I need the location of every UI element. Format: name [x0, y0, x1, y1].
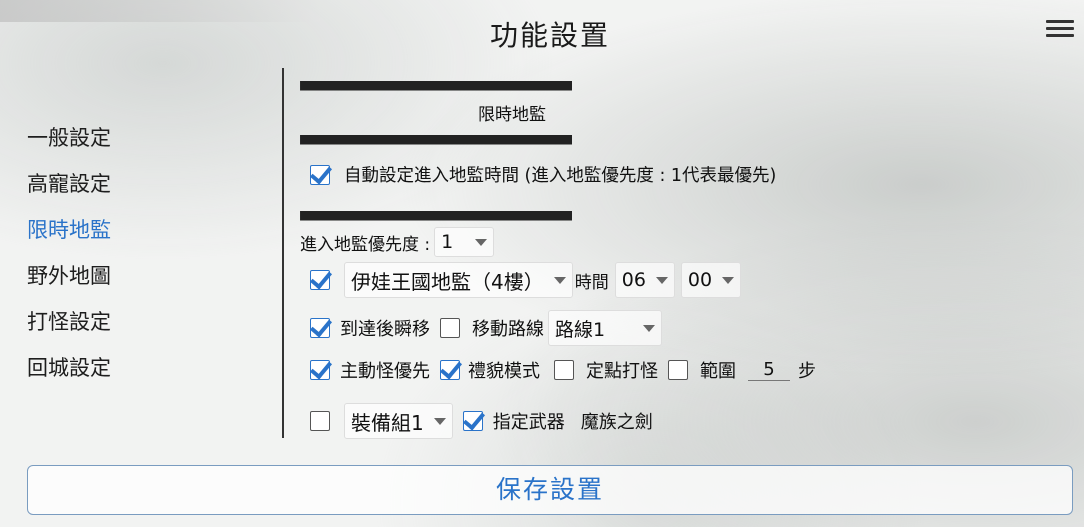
minute-select[interactable]: 00: [680, 262, 742, 298]
range-label: 範圍: [700, 361, 736, 382]
fixed-point-checkbox[interactable]: [554, 360, 574, 380]
chevron-down-icon: [475, 238, 488, 246]
page-title: 功能設置: [489, 19, 610, 52]
chevron-down-icon: [553, 276, 566, 284]
chevron-down-icon: [655, 276, 668, 284]
save-settings-button[interactable]: 保存設置: [27, 465, 1073, 515]
auto-time-checkbox[interactable]: [310, 164, 330, 185]
equip-select[interactable]: 裝備組1: [344, 403, 453, 439]
chevron-down-icon: [643, 324, 655, 332]
dungeon-select[interactable]: 伊娃王國地監（4樓）: [344, 262, 573, 298]
aggressive-label: 主動怪優先: [340, 361, 430, 382]
equip-checkbox[interactable]: [310, 411, 330, 431]
range-unit: 步: [798, 361, 816, 382]
hour-value: 06: [621, 269, 646, 291]
polite-label: 禮貌模式: [468, 361, 540, 382]
hour-select[interactable]: 06: [614, 262, 675, 298]
dungeon-checkbox[interactable]: [310, 270, 330, 290]
route-select[interactable]: 路線1: [548, 310, 662, 346]
sidebar-item-timed-dungeon[interactable]: 限時地監: [27, 214, 111, 260]
time-label: 時間: [574, 272, 609, 293]
route-label: 移動路線: [472, 319, 544, 340]
priority-label: 進入地監優先度 :: [300, 234, 431, 255]
route-value: 路線1: [555, 318, 606, 341]
weapon-value[interactable]: 魔族之劍: [581, 408, 653, 434]
minute-value: 00: [687, 269, 713, 291]
polite-checkbox[interactable]: [440, 360, 460, 380]
fixed-point-label: 定點打怪: [586, 361, 658, 382]
sidebar-item-pet[interactable]: 高寵設定: [27, 168, 111, 214]
weapon-label: 指定武器: [492, 412, 565, 433]
equip-value: 裝備組1: [351, 410, 424, 435]
sidebar-item-general[interactable]: 一般設定: [27, 122, 111, 168]
section-title: 限時地監: [478, 105, 546, 125]
aggressive-checkbox[interactable]: [310, 360, 330, 380]
auto-time-label: 自動設定進入地監時間 (進入地監優先度 : 1代表最優先): [344, 166, 777, 186]
hamburger-menu-icon[interactable]: [1046, 17, 1074, 39]
route-checkbox[interactable]: [440, 318, 460, 338]
range-checkbox[interactable]: [668, 360, 688, 380]
teleport-label: 到達後瞬移: [340, 319, 430, 340]
priority-value: 1: [441, 231, 454, 253]
sidebar-item-return-town[interactable]: 回城設定: [27, 352, 111, 398]
range-input[interactable]: 5: [748, 359, 790, 381]
section-divider: ■■■■■■■■■■■■■■■■■■■■■■■■■■■■■■■■■: [300, 76, 572, 94]
sidebar: 一般設定 高寵設定 限時地監 野外地圖 打怪設定 回城設定: [27, 122, 111, 398]
sidebar-item-combat[interactable]: 打怪設定: [27, 306, 111, 352]
sidebar-item-field-map[interactable]: 野外地圖: [27, 260, 111, 306]
dungeon-value: 伊娃王國地監（4樓）: [351, 269, 544, 294]
chevron-down-icon: [722, 276, 735, 284]
section-divider: ■■■■■■■■■■■■■■■■■■■■■■■■■■■■■■■■■: [300, 130, 572, 148]
teleport-checkbox[interactable]: [310, 318, 330, 338]
weapon-checkbox[interactable]: [462, 411, 483, 431]
chevron-down-icon: [433, 417, 446, 425]
section-divider: ■■■■■■■■■■■■■■■■■■■■■■■■■■■■■■■■■: [300, 206, 572, 224]
priority-select[interactable]: 1: [434, 227, 495, 257]
vertical-divider: [282, 68, 284, 438]
